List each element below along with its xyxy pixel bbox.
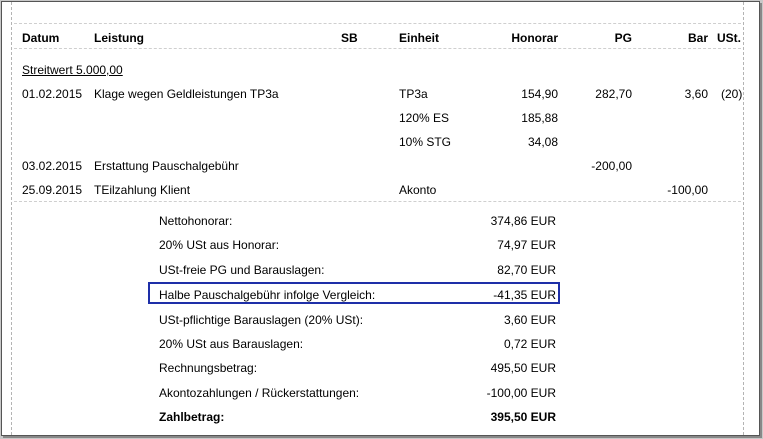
summary-label: Halbe Pauschalgebühr infolge Vergleich: — [159, 288, 376, 302]
summary-label: USt-pflichtige Barauslagen (20% USt): — [159, 313, 364, 327]
col-header-ust: USt. — [717, 31, 741, 45]
summary-label: USt-freie PG und Barauslagen: — [159, 263, 325, 277]
row-leistung: Erstattung Pauschalgebühr — [94, 159, 239, 173]
row-honorar: 185,88 — [521, 111, 558, 125]
col-header-bar: Bar — [687, 31, 708, 45]
summary-label: Akontozahlungen / Rückerstattungen: — [159, 386, 360, 400]
row-datum: 01.02.2015 — [22, 87, 83, 101]
row-bar: 3,60 — [684, 87, 708, 101]
header-top-divider — [14, 23, 741, 24]
row-honorar: 154,90 — [521, 87, 558, 101]
col-header-sb: SB — [341, 31, 358, 45]
summary-label: Rechnungsbetrag: — [159, 361, 258, 375]
summary-value: 374,86 EUR — [490, 214, 556, 228]
summary-label: Nettohonorar: — [159, 214, 233, 228]
row-leistung: Klage wegen Geldleistungen TP3a — [94, 87, 279, 101]
col-header-datum: Datum — [22, 31, 60, 45]
summary-value: 495,50 EUR — [490, 361, 556, 375]
row-pg: 282,70 — [595, 87, 632, 101]
header-bottom-divider — [14, 48, 741, 49]
summary-total-value: 395,50 EUR — [490, 410, 556, 424]
streitwert-label: Streitwert 5.000,00 — [22, 63, 123, 77]
col-header-leistung: Leistung — [94, 31, 144, 45]
row-einheit: Akonto — [399, 183, 437, 197]
summary-value: 3,60 EUR — [503, 313, 556, 327]
row-einheit: 120% ES — [399, 111, 450, 125]
col-header-einheit: Einheit — [399, 31, 440, 45]
left-margin-guide — [11, 2, 12, 435]
row-einheit: TP3a — [399, 87, 428, 101]
summary-total-label: Zahlbetrag: — [159, 410, 225, 424]
row-leistung: TEilzahlung Klient — [94, 183, 191, 197]
col-header-honorar: Honorar — [511, 31, 558, 45]
row-datum: 25.09.2015 — [22, 183, 83, 197]
summary-label: 20% USt aus Barauslagen: — [159, 337, 304, 351]
summary-value: -41,35 EUR — [493, 288, 556, 302]
table-bottom-divider — [14, 201, 741, 202]
right-margin-guide — [743, 2, 744, 435]
summary-value: 0,72 EUR — [503, 337, 556, 351]
summary-value: 82,70 EUR — [497, 263, 556, 277]
invoice-preview-window: Datum Leistung SB Einheit Honorar PG Bar… — [1, 1, 760, 436]
row-bar: -100,00 — [667, 183, 708, 197]
col-header-pg: PG — [614, 31, 632, 45]
row-ust: (20) — [721, 87, 743, 101]
summary-label: 20% USt aus Honorar: — [159, 238, 280, 252]
row-einheit: 10% STG — [399, 135, 452, 149]
summary-value: -100,00 EUR — [486, 386, 556, 400]
row-honorar: 34,08 — [527, 135, 558, 149]
row-pg: -200,00 — [591, 159, 632, 173]
row-datum: 03.02.2015 — [22, 159, 83, 173]
summary-value: 74,97 EUR — [497, 238, 556, 252]
